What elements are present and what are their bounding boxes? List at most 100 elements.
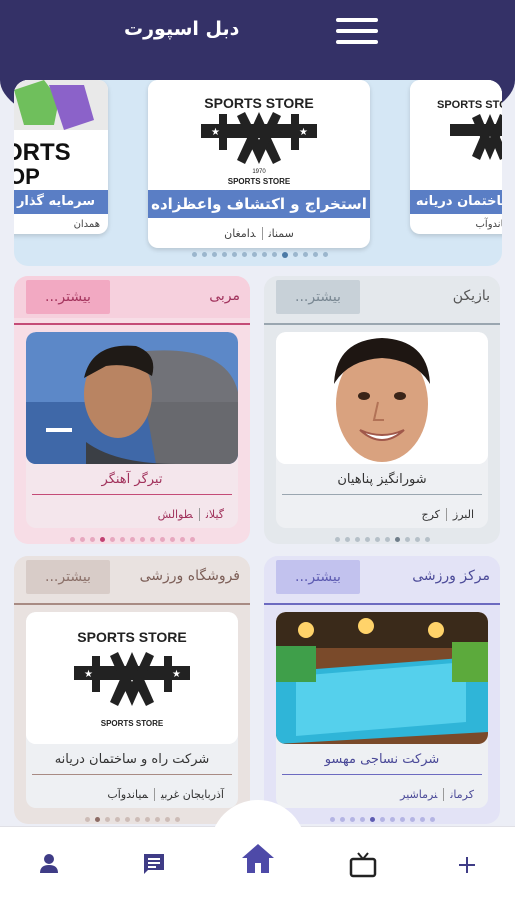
slide-card[interactable]: SPORTS STORE ساختمان دریانه میاندوآب [410, 80, 502, 234]
person-icon[interactable] [36, 850, 62, 876]
slide-tag: سمنان [268, 227, 294, 240]
pagination-dot[interactable] [409, 817, 415, 822]
coach-photo [26, 332, 238, 464]
hamburger-menu-icon[interactable] [336, 18, 378, 48]
chat-icon[interactable] [140, 850, 168, 878]
coach-name: تیرگر آهنگر [101, 472, 163, 487]
pagination-dot[interactable] [222, 252, 227, 257]
pagination-dot[interactable] [179, 537, 185, 542]
pagination-dot[interactable] [84, 817, 90, 822]
home-icon[interactable] [240, 840, 276, 876]
pagination-dot[interactable] [323, 252, 328, 257]
category-title: مربی [209, 288, 240, 304]
category-pagination[interactable] [14, 817, 250, 822]
pagination-dot[interactable] [94, 817, 100, 822]
location: گیلان طوالش [157, 508, 224, 521]
pagination-dot[interactable] [379, 817, 385, 822]
pagination-dot[interactable] [354, 537, 360, 542]
pagination-dot[interactable] [429, 817, 435, 822]
pagination-dot[interactable] [232, 252, 237, 257]
pagination-dot[interactable] [202, 252, 207, 257]
pagination-dot[interactable] [192, 252, 197, 257]
pagination-dot[interactable] [99, 537, 105, 542]
slide-tags: میاندوآب [410, 219, 502, 230]
location: البرز کرج [421, 508, 474, 521]
category-pagination[interactable] [264, 817, 500, 822]
pagination-dot[interactable] [339, 817, 345, 822]
divider [14, 323, 250, 325]
pagination-dot[interactable] [344, 537, 350, 542]
pagination-dot[interactable] [394, 537, 400, 542]
svg-text:SPORTS STORE: SPORTS STORE [228, 177, 291, 186]
pagination-dot[interactable] [364, 537, 370, 542]
pagination-dot[interactable] [389, 817, 395, 822]
pagination-dot[interactable] [303, 252, 308, 257]
pagination-dot[interactable] [384, 537, 390, 542]
pagination-dot[interactable] [272, 252, 277, 257]
pagination-dot[interactable] [359, 817, 365, 822]
pagination-dot[interactable] [334, 537, 340, 542]
city: طوالش [157, 508, 200, 521]
pagination-dot[interactable] [369, 817, 375, 822]
pagination-dot[interactable] [114, 817, 120, 822]
pagination-dot[interactable] [374, 537, 380, 542]
pagination-dot[interactable] [424, 537, 430, 542]
pagination-dot[interactable] [139, 537, 145, 542]
slider-pagination[interactable] [192, 251, 328, 258]
more-button[interactable]: بیشتر... [26, 560, 110, 594]
province: گیلان [205, 508, 224, 521]
more-button[interactable]: بیشتر... [276, 560, 360, 594]
category-coaches-card: مربی بیشتر... تیرگر آهنگر گیلان طوالش [14, 276, 250, 544]
pagination-dot[interactable] [174, 817, 180, 822]
pagination-dot[interactable] [189, 537, 195, 542]
tv-icon[interactable] [348, 850, 378, 880]
pagination-dot[interactable] [282, 251, 288, 258]
pagination-dot[interactable] [252, 252, 257, 257]
pagination-dot[interactable] [313, 252, 318, 257]
more-button[interactable]: بیشتر... [276, 280, 360, 314]
slide-card[interactable]: SPORTS STORE ★ ★ 1970 SPORTS STORE استخر… [148, 80, 370, 248]
pagination-dot[interactable] [89, 537, 95, 542]
pagination-dot[interactable] [164, 817, 170, 822]
more-button[interactable]: بیشتر... [26, 280, 110, 314]
pagination-dot[interactable] [154, 817, 160, 822]
pagination-dot[interactable] [104, 817, 110, 822]
store-logo: SPORTS STORE ★ ★ SPORTS STORE [26, 612, 238, 744]
center-item[interactable]: شرکت نساجی مهسو کرمان نرماشیر [276, 612, 488, 808]
pagination-dot[interactable] [293, 252, 298, 257]
player-photo [276, 332, 488, 464]
store-item[interactable]: SPORTS STORE ★ ★ SPORTS STORE شرکت راه و… [26, 612, 238, 808]
pagination-dot[interactable] [399, 817, 405, 822]
pagination-dot[interactable] [169, 537, 175, 542]
pagination-dot[interactable] [79, 537, 85, 542]
pagination-dot[interactable] [404, 537, 410, 542]
slide-card[interactable]: ORTS OP سرمایه گذار همدان [14, 80, 108, 234]
category-pagination[interactable] [14, 537, 250, 542]
pagination-dot[interactable] [349, 817, 355, 822]
svg-text:OP: OP [14, 164, 40, 189]
pagination-dot[interactable] [262, 252, 267, 257]
plus-icon[interactable] [454, 852, 480, 878]
svg-text:SPORTS STORE: SPORTS STORE [437, 99, 502, 111]
pagination-dot[interactable] [329, 817, 335, 822]
svg-text:★: ★ [211, 127, 220, 138]
category-stores-card: فروشگاه ورزشی بیشتر... SPORTS STORE ★ ★ … [14, 556, 250, 824]
featured-slider[interactable]: ORTS OP سرمایه گذار همدان SPORTS STORE ★… [14, 80, 502, 266]
pagination-dot[interactable] [212, 252, 217, 257]
pagination-dot[interactable] [144, 817, 150, 822]
coach-item[interactable]: تیرگر آهنگر گیلان طوالش [26, 332, 238, 528]
city: میاندوآب [107, 788, 156, 801]
pagination-dot[interactable] [419, 817, 425, 822]
pagination-dot[interactable] [242, 252, 247, 257]
pagination-dot[interactable] [129, 537, 135, 542]
category-pagination[interactable] [264, 537, 500, 542]
pagination-dot[interactable] [109, 537, 115, 542]
pagination-dot[interactable] [159, 537, 165, 542]
pagination-dot[interactable] [69, 537, 75, 542]
pagination-dot[interactable] [124, 817, 130, 822]
pagination-dot[interactable] [149, 537, 155, 542]
pagination-dot[interactable] [414, 537, 420, 542]
pagination-dot[interactable] [119, 537, 125, 542]
player-item[interactable]: شورانگیز پناهیان البرز کرج [276, 332, 488, 528]
pagination-dot[interactable] [134, 817, 140, 822]
